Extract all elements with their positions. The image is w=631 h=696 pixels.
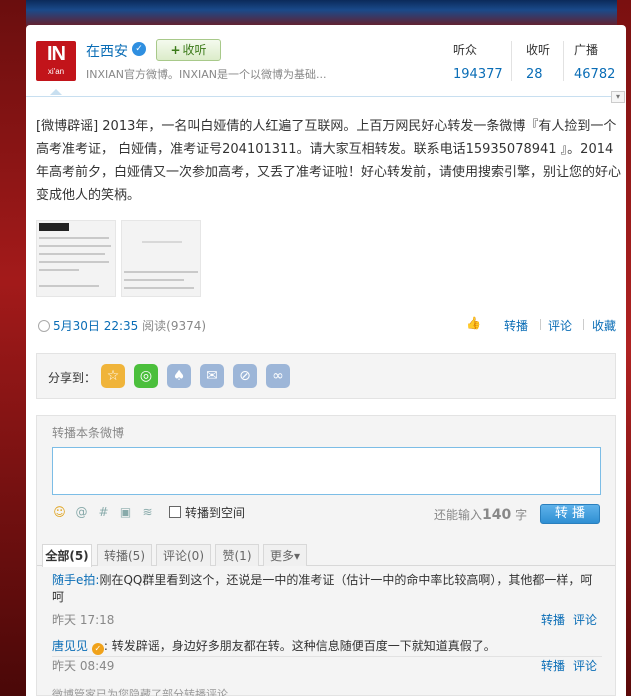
- commenter-name[interactable]: 唐见见: [52, 639, 88, 653]
- vip-badge-icon: ✓: [91, 643, 104, 655]
- stat-label: 收听: [526, 43, 551, 57]
- clock-icon: [38, 320, 50, 332]
- share-to-qzone-checkbox[interactable]: [169, 506, 181, 518]
- like-icon[interactable]: 👍: [466, 316, 481, 330]
- image-icon[interactable]: ▣: [118, 505, 133, 520]
- repost-submit-button[interactable]: 转 播: [540, 504, 600, 524]
- comment-time: 昨天 08:49: [52, 659, 115, 673]
- stat-label: 广播: [574, 43, 599, 57]
- link-icon[interactable]: ∞: [266, 364, 290, 388]
- tencent-weibo-icon[interactable]: ⊘: [233, 364, 257, 388]
- stat-following[interactable]: 收听 28: [526, 41, 550, 85]
- wechat-icon[interactable]: ◎: [134, 364, 158, 388]
- rss-icon[interactable]: ≋: [140, 505, 155, 520]
- repost-input[interactable]: [52, 447, 601, 495]
- mention-icon[interactable]: @: [74, 505, 89, 520]
- tab-more[interactable]: 更多▾: [263, 544, 307, 566]
- favorite-link[interactable]: 收藏: [592, 317, 616, 334]
- feedback-tabs: 全部(5) 转播(5) 评论(0) 赞(1) 更多▾: [37, 542, 615, 567]
- share-label: 分享到：: [48, 371, 97, 385]
- profile-description: INXIAN官方微博。INXIAN是一个以微博为基础...: [86, 68, 327, 81]
- repost-title: 转播本条微博: [52, 426, 125, 440]
- background-left: [0, 0, 26, 696]
- collapse-arrow-icon[interactable]: ▾: [611, 91, 625, 103]
- profile-header: IN xi'an 在西安 ✓ + 收听 INXIAN官方微博。INXIAN是一个以…: [26, 25, 626, 103]
- remain-prefix: 还能输入: [434, 508, 483, 522]
- avatar-logo-sub: xi'an: [47, 67, 65, 76]
- post-image[interactable]: [121, 220, 201, 297]
- follow-button-label: 收听: [182, 43, 207, 57]
- repost-panel: 转播本条微博 ☺ @ # ▣ ≋ 转播到空间 还能输入140 字 转 播 全部(…: [36, 415, 616, 696]
- topic-icon[interactable]: #: [96, 505, 111, 520]
- comment-reply-link[interactable]: 评论: [573, 612, 597, 629]
- post-meta: 5月30日 22:35 阅读(9374): [38, 317, 206, 334]
- stat-value: 46782: [574, 67, 616, 82]
- char-remaining: 还能输入140 字: [434, 506, 527, 523]
- comment-time: 昨天 17:18: [52, 613, 115, 627]
- divider: [583, 319, 584, 330]
- tab-reposts[interactable]: 转播(5): [97, 544, 152, 566]
- qq-icon[interactable]: ♠: [167, 364, 191, 388]
- verified-icon: ✓: [132, 42, 146, 56]
- stat-label: 听众: [453, 43, 478, 57]
- comment-repost-link[interactable]: 转播: [541, 658, 565, 675]
- repost-link[interactable]: 转播: [504, 317, 528, 334]
- header-notch: [50, 89, 62, 95]
- stat-broadcasts[interactable]: 广播 46782: [574, 41, 615, 85]
- follow-button[interactable]: + 收听: [156, 39, 221, 61]
- header-underline: [26, 96, 611, 97]
- avatar-logo-text: IN: [47, 43, 66, 65]
- remain-suffix: 字: [515, 508, 528, 522]
- emoji-icon[interactable]: ☺: [52, 505, 67, 520]
- hidden-notice: 微博管家已为您隐藏了部分转播评论: [52, 688, 228, 696]
- comment-repost-link[interactable]: 转播: [541, 612, 565, 629]
- checkbox-label: 转播到空间: [185, 506, 246, 520]
- divider: [511, 41, 512, 81]
- comment-text: : 转发辟谣，身边好多朋友都在转。这种信息随便百度一下就知道真假了。: [103, 639, 496, 653]
- username-link[interactable]: 在西安: [86, 41, 128, 61]
- post-image[interactable]: [36, 220, 116, 297]
- tab-all[interactable]: 全部(5): [42, 544, 92, 567]
- avatar[interactable]: IN xi'an: [36, 41, 76, 81]
- stat-value: 28: [526, 67, 543, 82]
- read-count: 阅读(9374): [142, 319, 207, 333]
- divider: [540, 319, 541, 330]
- stat-value: 194377: [453, 67, 503, 82]
- tab-comments[interactable]: 评论(0): [156, 544, 211, 566]
- post-date-link[interactable]: 5月30日 22:35: [53, 319, 138, 333]
- qzone-star-icon[interactable]: ☆: [101, 364, 125, 388]
- commenter-name[interactable]: 随手e拍:: [52, 573, 99, 587]
- weibo-card: IN xi'an 在西安 ✓ + 收听 INXIAN官方微博。INXIAN是一个以…: [26, 25, 626, 696]
- plus-icon: +: [170, 43, 181, 57]
- comment-reply-link[interactable]: 评论: [573, 658, 597, 675]
- divider: [563, 41, 564, 81]
- list-item: 随手e拍:刚在QQ群里看到这个，还说是一中的准考证（估计一中的命中率比较高啊），…: [52, 572, 602, 642]
- comment-text: 刚在QQ群里看到这个，还说是一中的准考证（估计一中的命中率比较高啊），其他都一样…: [52, 573, 593, 604]
- list-item: 唐见见 ✓: 转发辟谣，身边好多朋友都在转。这种信息随便百度一下就知道真假了。 …: [52, 638, 602, 688]
- email-icon[interactable]: ✉: [200, 364, 224, 388]
- remain-count: 140: [482, 507, 512, 523]
- post-text: [微博辟谣] 2013年，一名叫白娅倩的人红遍了互联网。上百万网民好心转发一条微…: [36, 119, 622, 203]
- tab-likes[interactable]: 赞(1): [215, 544, 259, 566]
- share-bar: 分享到： ☆ ◎ ♠ ✉ ⊘ ∞: [36, 353, 616, 399]
- comment-link[interactable]: 评论: [548, 317, 572, 334]
- stat-listeners[interactable]: 听众 194377: [453, 41, 503, 85]
